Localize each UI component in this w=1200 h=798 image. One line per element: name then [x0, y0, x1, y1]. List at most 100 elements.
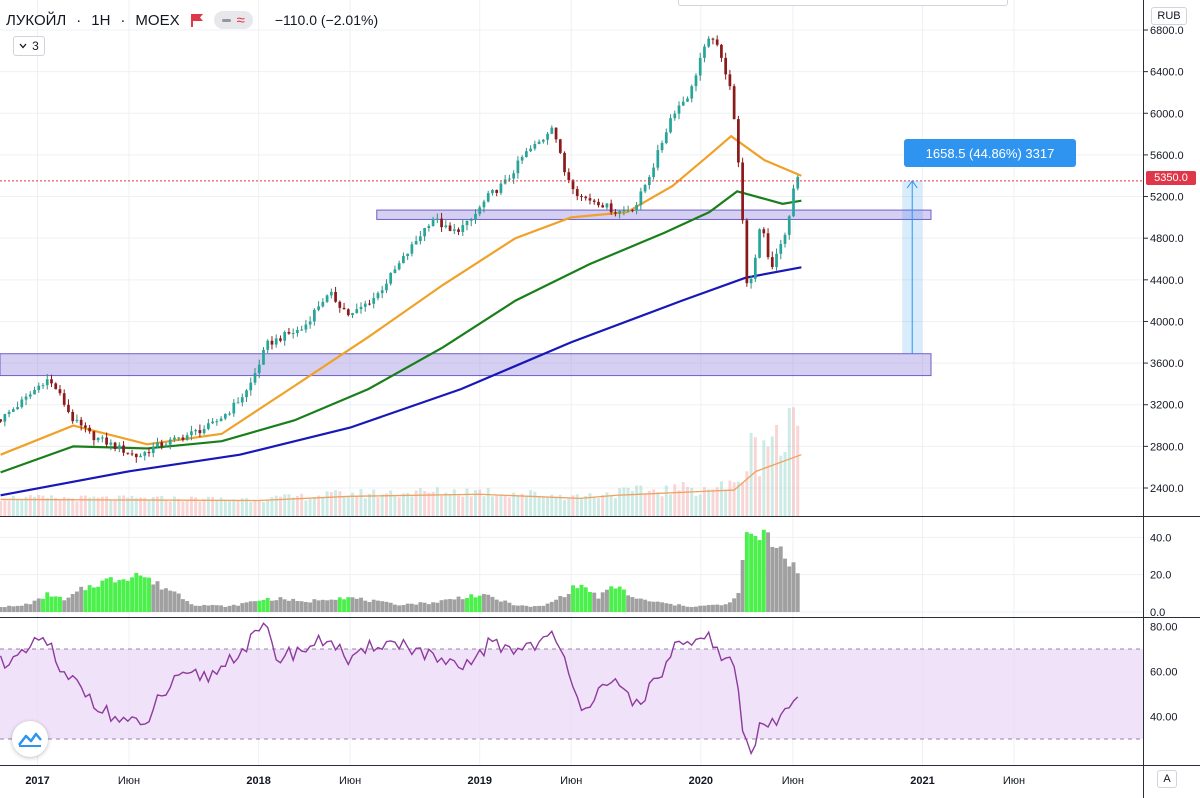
- currency-button[interactable]: RUB: [1151, 7, 1187, 25]
- time-tick-label: Июн: [339, 775, 361, 787]
- indicator-bar: [210, 604, 215, 612]
- indicator-bar: [376, 600, 380, 612]
- indicator-bar: [223, 606, 228, 612]
- volume-bar: [79, 495, 83, 516]
- candle-body: [783, 234, 787, 244]
- candle-body: [656, 150, 660, 168]
- volume-bar: [334, 490, 338, 516]
- indicator-bar: [36, 598, 41, 612]
- volume-bar: [28, 495, 32, 516]
- indicator-bar: [647, 601, 652, 612]
- indicator-bar: [774, 547, 779, 612]
- indicator-bar: [422, 602, 427, 612]
- candle-body: [508, 178, 511, 180]
- candle-body: [491, 189, 494, 194]
- volume-bar: [490, 496, 494, 516]
- indicator-bar: [320, 599, 325, 612]
- candle-body: [550, 127, 554, 134]
- candle-body: [240, 397, 244, 403]
- indicator-bar: [142, 577, 147, 612]
- indicator-bar: [431, 602, 436, 612]
- indicator-bar: [753, 535, 758, 612]
- measure-label[interactable]: 1658.5 (44.86%) 3317: [904, 139, 1076, 167]
- indicator-bar: [312, 599, 317, 612]
- ma-mid-line: [0, 190, 802, 474]
- candle-body: [79, 419, 83, 426]
- indicator-bar: [482, 594, 486, 612]
- volume-bar: [113, 500, 117, 516]
- volume-bar: [580, 498, 583, 516]
- candle-body: [677, 105, 681, 114]
- candle-body: [749, 278, 753, 284]
- indicator-bar: [346, 597, 351, 612]
- candle-body: [584, 196, 588, 199]
- collapse-indicators-button[interactable]: 3: [13, 36, 45, 56]
- volume-bar: [321, 498, 325, 516]
- indicator-bar: [164, 588, 168, 612]
- indicator-bar: [257, 600, 262, 612]
- volume-bar: [198, 501, 202, 516]
- volume-bar: [389, 490, 393, 516]
- candle-body: [669, 118, 672, 133]
- volume-bar: [134, 498, 138, 516]
- indicator-bar: [189, 604, 194, 612]
- volume-bar: [359, 489, 363, 516]
- price-tick-label: 4000.0: [1150, 316, 1184, 328]
- top-panel-tab[interactable]: [678, 0, 1008, 6]
- volume-bar: [499, 494, 503, 516]
- candle-body: [465, 220, 469, 226]
- indicator-bar: [0, 607, 3, 612]
- volume-bar: [766, 446, 770, 516]
- indicator-bar: [240, 603, 245, 612]
- chart-canvas[interactable]: 2400.0 2800.0 3200.0 3600.0 4000.0 4400.0 4800…: [0, 0, 1200, 798]
- candle-body: [355, 309, 359, 314]
- flag-icon[interactable]: [190, 13, 204, 27]
- indicator-bar: [155, 581, 160, 612]
- indicator-bar: [231, 604, 236, 612]
- candle-body: [457, 229, 460, 232]
- volume-bar: [83, 495, 87, 516]
- volume-bar: [16, 500, 20, 516]
- volume-bar: [117, 495, 121, 516]
- indicator-bar: [380, 601, 385, 612]
- wave-icon: ≈: [236, 11, 245, 29]
- volume-bar: [262, 501, 265, 516]
- interval-label[interactable]: 1Н: [91, 12, 110, 29]
- volume-bar: [317, 495, 321, 516]
- indicator-bar: [274, 600, 279, 612]
- indicator-bar: [24, 603, 28, 612]
- symbol-name[interactable]: ЛУКОЙЛ: [6, 12, 66, 29]
- indicator-bar: [79, 586, 84, 612]
- volume-bar: [440, 495, 444, 516]
- candle-body: [190, 431, 193, 436]
- candle-body: [20, 399, 24, 408]
- candle-body: [635, 205, 638, 211]
- tradingview-logo-button[interactable]: [12, 721, 48, 757]
- indicator-bar: [53, 596, 58, 612]
- indicator-bar: [32, 600, 37, 612]
- indicator-bar: [134, 573, 139, 612]
- volume-bar: [329, 492, 333, 516]
- candle-body: [279, 338, 282, 341]
- candle-body: [495, 189, 499, 193]
- candle-body: [368, 303, 371, 305]
- time-tick-label: 2019: [467, 775, 491, 787]
- volume-bar: [257, 500, 261, 516]
- volume-bar: [202, 499, 206, 516]
- candle-body: [643, 185, 647, 192]
- candle-body: [130, 453, 134, 455]
- indicator-toggle-pill[interactable]: ≈: [213, 11, 253, 29]
- volume-bar: [524, 495, 528, 516]
- indicator-bar: [549, 601, 554, 612]
- candle-body: [283, 332, 287, 341]
- volume-bar: [300, 493, 304, 516]
- indicator-bar: [787, 566, 792, 612]
- volume-bar: [342, 497, 346, 516]
- indicator-bar: [643, 599, 648, 612]
- autoscale-button[interactable]: A: [1157, 770, 1177, 788]
- indicator-bar: [405, 603, 410, 612]
- volume-bar: [232, 499, 236, 516]
- candle-body: [787, 216, 791, 235]
- price-tick-label: 5200.0: [1150, 192, 1184, 204]
- volume-bar: [478, 489, 482, 516]
